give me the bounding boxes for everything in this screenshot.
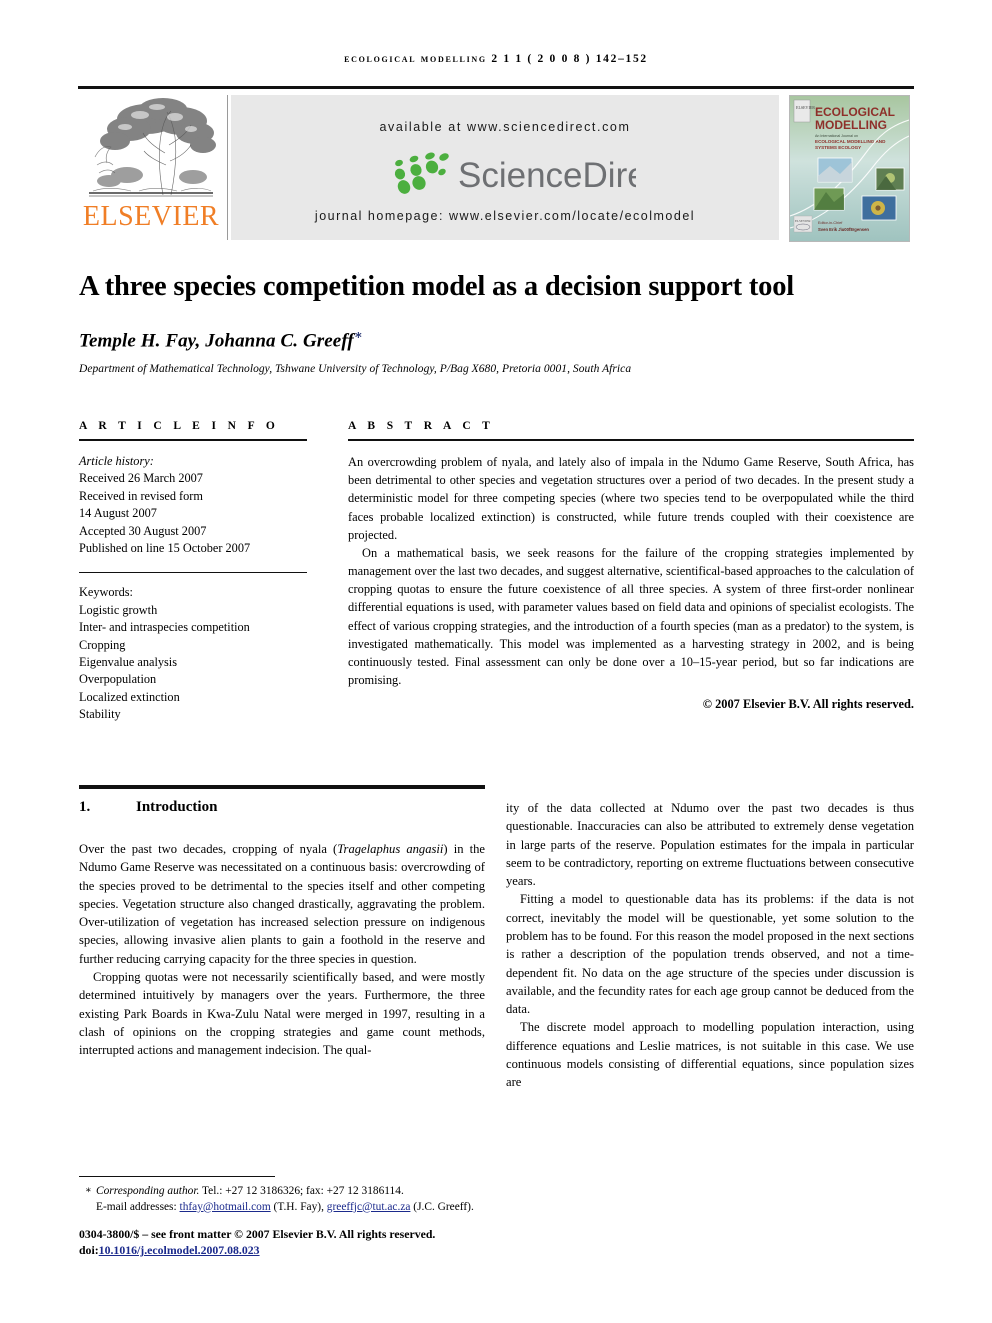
body-paragraph: The discrete model approach to modelling… (506, 1020, 914, 1090)
body-paragraph: ity of the data collected at Ndumo over … (506, 801, 914, 889)
keyword-item: Overpopulation (79, 672, 157, 687)
body-paragraph: Fitting a model to questionable data has… (506, 892, 914, 1017)
keywords-rule (79, 571, 307, 574)
email-attr-greeff: (J.C. Greeff). (410, 1200, 474, 1213)
abstract-section: A B S T R A C T An overcrowding problem … (348, 420, 914, 712)
svg-text:ECOLOGICAL: ECOLOGICAL (815, 105, 895, 119)
elsevier-logo: ELSEVIER (79, 95, 223, 240)
svg-text:SYSTEMS ECOLOGY: SYSTEMS ECOLOGY (815, 145, 861, 150)
corresponding-author-marker: ∗ (353, 327, 363, 342)
doi-link[interactable]: 10.1016/j.ecolmodel.2007.08.023 (99, 1243, 260, 1257)
email-label: E-mail addresses: (96, 1200, 177, 1213)
article-history-label: Article history: (79, 454, 154, 468)
section-rule (79, 785, 485, 789)
page-title: A three species competition model as a d… (79, 271, 794, 302)
svg-text:Editor-in-Chief: Editor-in-Chief (818, 221, 843, 225)
journal-homepage-text: journal homepage: www.elsevier.com/locat… (314, 209, 696, 223)
section-number: 1. (79, 799, 91, 815)
sciencedirect-logo: ScienceDirect (386, 147, 636, 199)
body-text-lead: Over the past two decades, cropping of n… (79, 842, 338, 856)
article-info-rule (79, 439, 307, 441)
banner-divider (227, 95, 228, 240)
abstract-body: An overcrowding problem of nyala, and la… (348, 453, 914, 689)
svg-text:ScienceDirect: ScienceDirect (458, 156, 636, 195)
history-item: Received in revised form (79, 488, 203, 503)
keywords-block: Keywords: Logistic growth Inter- and int… (79, 584, 307, 724)
article-info-heading: A R T I C L E I N F O (79, 420, 280, 432)
keywords-label: Keywords: (79, 585, 133, 600)
body-text-rest: ) in the Ndumo Game Reserve was necessit… (79, 842, 485, 966)
keyword-item: Cropping (79, 637, 126, 652)
contact-details: Tel.: +27 12 3186326; fax: +27 12 318611… (199, 1185, 404, 1197)
email-link-fay[interactable]: thfay@hotmail.com (180, 1201, 271, 1213)
running-head-text: ecological modelling 2 1 1 ( 2 0 0 8 ) 1… (344, 53, 648, 65)
doi-line: doi:10.1016/j.ecolmodel.2007.08.023 (79, 1242, 539, 1258)
issn-line: 0304-3800/$ – see front matter © 2007 El… (79, 1227, 436, 1241)
article-info-section: A R T I C L E I N F O Article history: R… (79, 420, 307, 724)
email-link-greeff[interactable]: greeffjc@tut.ac.za (327, 1201, 411, 1213)
footnote-rule (79, 1176, 275, 1178)
svg-text:Sven Erik J\u00f8rgensen: Sven Erik J\u00f8rgensen (818, 227, 869, 232)
history-item: Accepted 30 August 2007 (79, 523, 207, 538)
imprint-block: 0304-3800/$ – see front matter © 2007 El… (79, 1226, 539, 1259)
corresponding-author-label: Corresponding author. (96, 1185, 200, 1197)
body-paragraph: Cropping quotas were not necessarily sci… (79, 969, 485, 1058)
abstract-paragraph: An overcrowding problem of nyala, and la… (348, 455, 914, 542)
body-paragraph: Over the past two decades, cropping of n… (79, 840, 485, 968)
species-name: Tragelaphus angasii (337, 842, 444, 856)
history-item: Received 26 March 2007 (79, 471, 203, 486)
article-history: Article history: Received 26 March 2007 … (79, 453, 307, 558)
corresponding-author-line: Corresponding author. Tel.: +27 12 31863… (79, 1184, 499, 1200)
journal-cover-thumbnail: ELSEVIER ECOLOGICAL MODELLING An Interna… (789, 95, 910, 242)
affiliation: Department of Mathematical Technology, T… (79, 363, 632, 375)
available-at-text: available at www.sciencedirect.com (379, 120, 631, 134)
doi-label: doi: (79, 1243, 99, 1258)
history-item: 14 August 2007 (79, 506, 157, 521)
keyword-item: Inter- and intraspecies competition (79, 620, 250, 635)
elsevier-tree-icon (85, 95, 217, 205)
section-heading: 1. Introduction (79, 799, 485, 816)
email-attr-fay: (T.H. Fay), (270, 1200, 327, 1213)
paper-page: ecological modelling 2 1 1 ( 2 0 0 8 ) 1… (0, 0, 992, 1323)
abstract-rule (348, 439, 914, 441)
keyword-item: Logistic growth (79, 602, 158, 617)
svg-text:MODELLING: MODELLING (815, 118, 887, 132)
abstract-paragraph: On a mathematical basis, we seek reasons… (348, 545, 914, 688)
section-title: Introduction (136, 799, 218, 815)
sciencedirect-banner: available at www.sciencedirect.com Scien… (231, 95, 779, 240)
author-list: Temple H. Fay, Johanna C. Greeff∗ (79, 327, 919, 352)
svg-text:ELSEVIER: ELSEVIER (796, 105, 815, 110)
keyword-item: Eigenvalue analysis (79, 655, 178, 670)
header-rule (78, 86, 914, 89)
keyword-item: Localized extinction (79, 689, 180, 704)
history-item: Published on line 15 October 2007 (79, 541, 251, 556)
svg-text:An International Journal on: An International Journal on (815, 134, 858, 138)
running-head: ecological modelling 2 1 1 ( 2 0 0 8 ) 1… (0, 53, 992, 65)
svg-text:ELSEVIER: ELSEVIER (795, 219, 811, 223)
footnote-block: ∗ Corresponding author. Tel.: +27 12 318… (79, 1184, 499, 1215)
copyright-line: © 2007 Elsevier B.V. All rights reserved… (702, 697, 914, 712)
keyword-item: Stability (79, 707, 121, 722)
body-column-left: Over the past two decades, cropping of n… (79, 840, 485, 1059)
elsevier-wordmark: ELSEVIER (82, 201, 220, 232)
author-names: Temple H. Fay, Johanna C. Greeff (79, 330, 354, 352)
email-line: E-mail addresses: thfay@hotmail.com (T.H… (79, 1200, 499, 1216)
footnote-marker: ∗ (85, 1185, 92, 1196)
abstract-heading: A B S T R A C T (348, 420, 495, 432)
body-column-right: ity of the data collected at Ndumo over … (506, 799, 914, 1092)
